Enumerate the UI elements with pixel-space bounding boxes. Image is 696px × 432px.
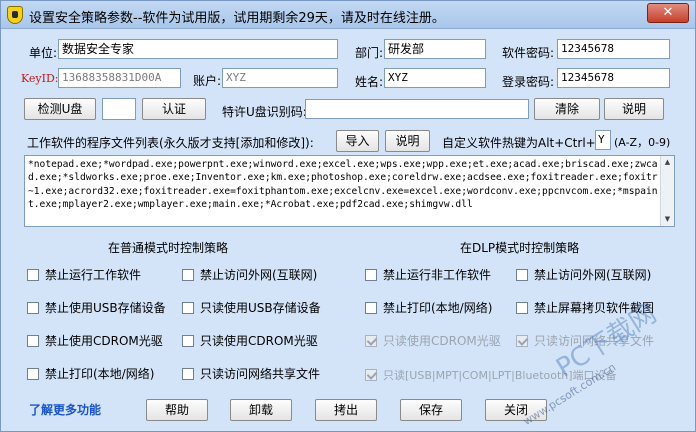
dlp-readonly-ports-checkbox: 只读[USB|MPT|COM|LPT|Bluetooth]端口设备 <box>365 367 617 383</box>
checkbox-box[interactable] <box>182 335 194 347</box>
normal-block-usb-checkbox[interactable]: 禁止使用USB存储设备 <box>27 299 166 316</box>
scroll-down-icon[interactable]: ▼ <box>661 213 674 226</box>
checkbox-box[interactable] <box>27 368 39 380</box>
special-usb-label: 特许U盘识别码: <box>222 105 307 119</box>
dlp-readonly-share-checkbox: 只读访问网络共享文件 <box>516 332 654 349</box>
program-list-label: 工作软件的程序文件列表(永久版才支持[添加和修改]): <box>27 136 314 150</box>
normal-block-print-checkbox[interactable]: 禁止打印(本地/网络) <box>27 365 154 382</box>
checkbox-box[interactable] <box>182 368 194 380</box>
shield-icon <box>7 6 23 24</box>
checkbox-box[interactable] <box>27 269 39 281</box>
import-button[interactable]: 导入 <box>336 130 379 152</box>
close-dialog-button[interactable]: 关闭 <box>485 399 547 421</box>
uninstall-button[interactable]: 卸载 <box>230 399 292 421</box>
normal-readonly-cdrom-checkbox[interactable]: 只读使用CDROM光驱 <box>182 332 318 349</box>
close-button[interactable]: ✕ <box>647 3 689 23</box>
name-label: 姓名: <box>355 75 384 89</box>
hotkey-label: 自定义软件热键为Alt+Ctrl+ <box>442 136 596 150</box>
checkbox-box[interactable] <box>182 302 194 314</box>
checkbox-box[interactable] <box>27 335 39 347</box>
window-title: 设置安全策略参数--软件为试用版，试用期剩余29天，请及时在线注册。 <box>29 11 445 26</box>
normal-readonly-usb-checkbox[interactable]: 只读使用USB存储设备 <box>182 299 321 316</box>
normal-block-cdrom-checkbox[interactable]: 禁止使用CDROM光驱 <box>27 332 163 349</box>
checkbox-box <box>365 335 377 347</box>
checkbox-box[interactable] <box>365 269 377 281</box>
scroll-up-icon[interactable]: ▲ <box>661 156 674 169</box>
program-list[interactable]: *notepad.exe;*wordpad.exe;powerpnt.exe;w… <box>24 155 675 227</box>
account-label: 账户: <box>193 74 222 88</box>
login-password-label: 登录密码: <box>502 75 555 89</box>
usb-help-button[interactable]: 说明 <box>604 98 664 120</box>
login-password-input[interactable]: 12345678 <box>557 68 670 88</box>
keyid-input[interactable]: 13688358831D00A <box>58 68 181 88</box>
clear-button[interactable]: 清除 <box>534 98 600 120</box>
checkbox-box[interactable] <box>182 269 194 281</box>
checkbox-box[interactable] <box>516 269 528 281</box>
checkbox-box[interactable] <box>365 302 377 314</box>
name-input[interactable]: XYZ <box>384 68 486 88</box>
keyid-label: KeyID: <box>21 72 59 85</box>
list-scrollbar[interactable]: ▲ ▼ <box>660 156 674 226</box>
verify-button[interactable]: 认证 <box>142 98 206 120</box>
normal-mode-title: 在普通模式时控制策略 <box>108 241 229 255</box>
checkbox-box[interactable] <box>27 302 39 314</box>
learn-more-link[interactable]: 了解更多功能 <box>29 401 101 418</box>
dlp-block-internet-checkbox[interactable]: 禁止访问外网(互联网) <box>516 266 651 283</box>
checkbox-box[interactable] <box>516 302 528 314</box>
detect-usb-button[interactable]: 检测U盘 <box>24 98 96 120</box>
software-password-input[interactable]: 12345678 <box>557 39 670 59</box>
normal-readonly-share-checkbox[interactable]: 只读访问网络共享文件 <box>182 365 320 382</box>
policy-settings-window: 设置安全策略参数--软件为试用版，试用期剩余29天，请及时在线注册。 ✕ 单位:… <box>0 0 696 432</box>
unit-label: 单位: <box>29 46 58 60</box>
program-help-button[interactable]: 说明 <box>385 130 430 152</box>
title-bar: 设置安全策略参数--软件为试用版，试用期剩余29天，请及时在线注册。 ✕ <box>1 1 695 29</box>
dept-label: 部门: <box>355 46 384 60</box>
software-password-label: 软件密码: <box>502 46 555 60</box>
dlp-block-print-checkbox[interactable]: 禁止打印(本地/网络) <box>365 299 492 316</box>
checkbox-box <box>516 335 528 347</box>
usb-code-input[interactable] <box>102 98 136 120</box>
special-usb-input[interactable] <box>305 99 529 119</box>
copy-out-button[interactable]: 拷出 <box>315 399 377 421</box>
dlp-block-screenshot-checkbox[interactable]: 禁止屏幕拷贝软件截图 <box>516 299 654 316</box>
hotkey-input[interactable]: Y <box>595 130 611 150</box>
checkbox-box <box>365 369 377 381</box>
help-button[interactable]: 帮助 <box>146 399 208 421</box>
hotkey-range-label: (A-Z，0-9) <box>614 136 671 149</box>
dept-input[interactable]: 研发部 <box>384 39 486 59</box>
normal-block-work-software-checkbox[interactable]: 禁止运行工作软件 <box>27 266 141 283</box>
dlp-block-nonwork-software-checkbox[interactable]: 禁止运行非工作软件 <box>365 266 491 283</box>
unit-input[interactable]: 数据安全专家 <box>58 39 338 59</box>
normal-block-internet-checkbox[interactable]: 禁止访问外网(互联网) <box>182 266 317 283</box>
account-input[interactable]: XYZ <box>222 68 338 88</box>
dlp-mode-title: 在DLP模式时控制策略 <box>460 241 580 255</box>
save-button[interactable]: 保存 <box>400 399 462 421</box>
dlp-readonly-cdrom-checkbox: 只读使用CDROM光驱 <box>365 332 501 349</box>
program-list-text: *notepad.exe;*wordpad.exe;powerpnt.exe;w… <box>28 159 658 211</box>
